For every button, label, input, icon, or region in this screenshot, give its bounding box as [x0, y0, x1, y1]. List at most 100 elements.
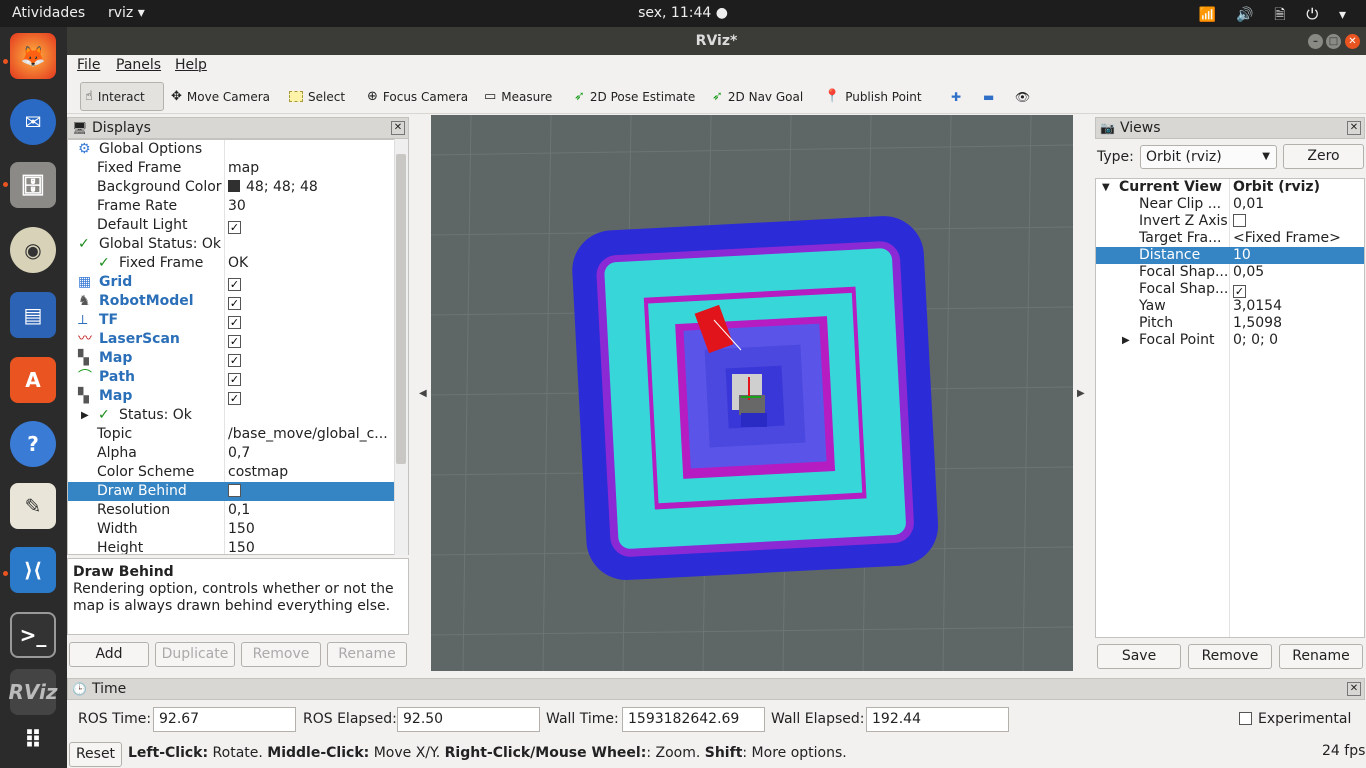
view-property-row[interactable]: Focal Shap... 0,05 [1096, 264, 1364, 281]
display-row[interactable]: ⚙ Global Options [68, 140, 396, 159]
rhythmbox-icon[interactable]: ◉ [10, 227, 56, 273]
menu-help[interactable]: Help [175, 57, 207, 73]
zero-button[interactable]: Zero [1283, 144, 1364, 169]
view-property-row[interactable]: Distance 10 [1096, 247, 1364, 264]
view-property-row[interactable]: Invert Z Axis [1096, 213, 1364, 230]
checkbox[interactable]: ✓ [228, 373, 241, 386]
move-camera-button[interactable]: ✥ Move Camera [167, 82, 274, 111]
add-button[interactable]: Add [69, 642, 149, 667]
display-row[interactable]: Draw Behind [68, 482, 396, 501]
wall-elapsed-field[interactable]: 192.44 [866, 707, 1009, 732]
view-property-row[interactable]: Near Clip ... 0,01 [1096, 196, 1364, 213]
display-row[interactable]: Topic/base_move/global_c... [68, 425, 396, 444]
view-type-select[interactable]: Orbit (rviz) ▼ [1140, 145, 1277, 169]
experimental-checkbox[interactable] [1239, 712, 1252, 725]
display-row[interactable]: ✓ Fixed Frame OK [68, 254, 396, 273]
duplicate-button[interactable]: Duplicate [155, 642, 235, 667]
expand-arrow-icon[interactable]: ▼ [1102, 179, 1110, 196]
close-icon[interactable]: ✕ [1345, 34, 1360, 49]
checkbox[interactable] [228, 484, 241, 497]
measure-button[interactable]: ▭ Measure [480, 82, 556, 111]
display-row[interactable]: Alpha 0,7 [68, 444, 396, 463]
display-row[interactable]: ▦ Grid ✓ [68, 273, 396, 292]
display-row[interactable]: Background Color 48; 48; 48 [68, 178, 396, 197]
software-center-icon[interactable]: A [10, 357, 56, 403]
checkbox[interactable]: ✓ [228, 221, 241, 234]
property-value[interactable] [228, 482, 241, 501]
remove-tool-icon[interactable]: ▬ [979, 82, 998, 111]
menu-file[interactable]: File [77, 57, 100, 73]
show-apps-icon[interactable]: ⠿ [10, 717, 56, 763]
display-row[interactable]: ▶ ✓ Status: Ok [68, 406, 396, 425]
remove-button[interactable]: Remove [241, 642, 321, 667]
checkbox[interactable]: ✓ [228, 392, 241, 405]
view-property-row[interactable]: Focal Shap... ✓ [1096, 281, 1364, 298]
display-row[interactable]: Default Light ✓ [68, 216, 396, 235]
property-value[interactable]: ✓ [228, 349, 241, 368]
ros-elapsed-field[interactable]: 92.50 [397, 707, 540, 732]
minimize-icon[interactable]: – [1308, 34, 1323, 49]
close-icon[interactable]: ✕ [391, 121, 405, 135]
checkbox[interactable]: ✓ [1233, 285, 1246, 298]
libreoffice-writer-icon[interactable]: ▤ [10, 292, 56, 338]
3d-viewport[interactable] [431, 115, 1073, 671]
nav-goal-button[interactable]: ➶ 2D Nav Goal [708, 82, 807, 111]
display-row[interactable]: ⌒ Path ✓ [68, 368, 396, 387]
rviz-icon[interactable]: RViz [8, 669, 58, 715]
display-row[interactable]: Width 150 [68, 520, 396, 539]
close-icon[interactable]: ✕ [1347, 682, 1361, 696]
display-row[interactable]: ✓ Global Status: Ok [68, 235, 396, 254]
vscode-icon[interactable]: ⟩⟨ [10, 547, 56, 593]
help-icon[interactable]: ? [10, 421, 56, 467]
display-row[interactable]: Frame Rate 30 [68, 197, 396, 216]
view-property-row[interactable]: Yaw 3,0154 [1096, 298, 1364, 315]
property-value[interactable]: ✓ [228, 330, 241, 349]
property-value[interactable]: ✓ [228, 292, 241, 311]
firefox-icon[interactable]: 🦊 [10, 33, 56, 79]
checkbox[interactable] [1233, 214, 1246, 227]
checkbox[interactable]: ✓ [228, 316, 241, 329]
select-button[interactable]: Select [285, 82, 349, 111]
view-property-row[interactable]: ▶ Focal Point 0; 0; 0 [1096, 332, 1364, 349]
view-property-value[interactable] [1233, 213, 1246, 230]
thunderbird-icon[interactable]: ✉ [10, 99, 56, 145]
display-row[interactable]: Resolution 0,1 [68, 501, 396, 520]
display-row[interactable]: 〰 LaserScan ✓ [68, 330, 396, 349]
clock[interactable]: sex, 11:44 ● [0, 5, 1366, 21]
property-value[interactable]: ✓ [228, 387, 241, 406]
collapse-left-icon[interactable]: ◀ [419, 388, 427, 399]
expand-arrow-icon[interactable]: ▶ [81, 406, 89, 425]
close-icon[interactable]: ✕ [1347, 121, 1361, 135]
checkbox[interactable]: ✓ [228, 335, 241, 348]
display-row[interactable]: ▚ Map ✓ [68, 387, 396, 406]
display-row[interactable]: ▚ Map ✓ [68, 349, 396, 368]
checkbox[interactable]: ✓ [228, 297, 241, 310]
property-value[interactable]: ✓ [228, 311, 241, 330]
system-tray[interactable]: 📶 🔊 🗎 ⏻ ▾ [1199, 4, 1354, 28]
view-property-row[interactable]: Pitch 1,5098 [1096, 315, 1364, 332]
interact-button[interactable]: ☝ Interact [80, 82, 164, 111]
view-property-value[interactable]: ✓ [1233, 281, 1246, 298]
view-property-row[interactable]: ▼ Current View Orbit (rviz) [1096, 179, 1364, 196]
display-row[interactable]: Fixed Frame map [68, 159, 396, 178]
property-value[interactable]: ✓ [228, 368, 241, 387]
display-row[interactable]: Color Scheme costmap [68, 463, 396, 482]
eye-icon[interactable]: 👁 [1011, 82, 1034, 111]
wall-time-field[interactable]: 1593182642.69 [622, 707, 765, 732]
reset-button[interactable]: Reset [69, 742, 122, 767]
color-swatch[interactable] [228, 180, 240, 192]
save-view-button[interactable]: Save [1097, 644, 1181, 669]
property-value[interactable]: ✓ [228, 216, 241, 235]
text-editor-icon[interactable]: ✎ [10, 483, 56, 529]
checkbox[interactable]: ✓ [228, 278, 241, 291]
display-row[interactable]: ⟂ TF ✓ [68, 311, 396, 330]
menu-panels[interactable]: Panels [116, 57, 161, 73]
maximize-icon[interactable]: □ [1326, 34, 1341, 49]
pose-estimate-button[interactable]: ➶ 2D Pose Estimate [570, 82, 699, 111]
checkbox[interactable]: ✓ [228, 354, 241, 367]
view-property-row[interactable]: Target Fra... <Fixed Frame> [1096, 230, 1364, 247]
expand-arrow-icon[interactable]: ▶ [1122, 332, 1130, 349]
property-value[interactable]: ✓ [228, 273, 241, 292]
collapse-right-icon[interactable]: ▶ [1077, 388, 1085, 399]
rename-view-button[interactable]: Rename [1279, 644, 1363, 669]
